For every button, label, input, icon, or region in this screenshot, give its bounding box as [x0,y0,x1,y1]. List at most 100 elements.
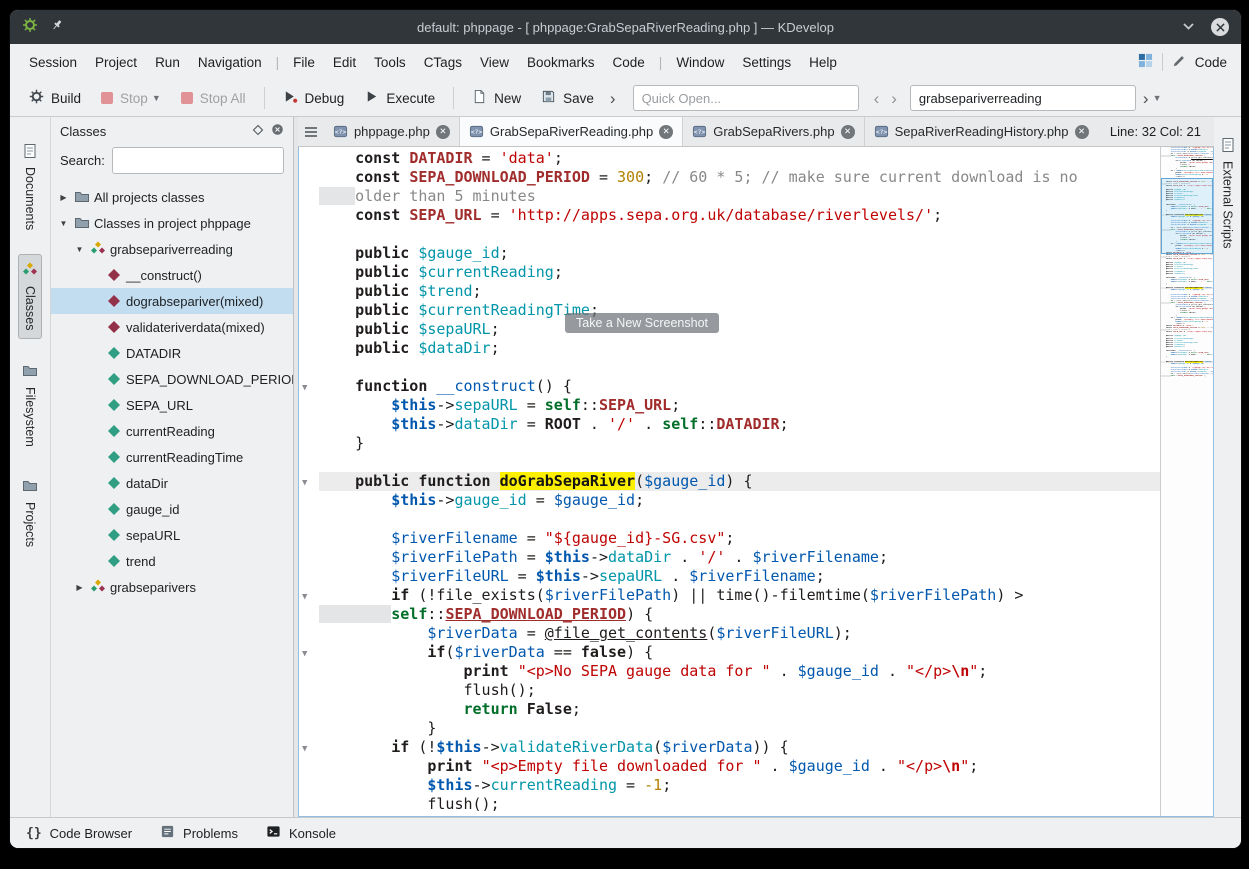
fold-marker-icon[interactable]: ▼ [299,738,319,757]
code-line[interactable]: const SEPA_DOWNLOAD_PERIOD = 300; // 60 … [299,168,1160,187]
next-match-icon[interactable]: › [886,90,902,107]
status-konsole[interactable]: Konsole [266,824,336,842]
menu-view[interactable]: View [471,51,518,74]
code-line[interactable]: $this->gauge_id = $gauge_id; [299,491,1160,510]
tree-item-datadir[interactable]: dataDir [51,470,293,496]
minimap-scrollbar[interactable]: $riverFilename = "${gauge_id}-SG.csv"; $… [1160,147,1213,816]
tree-item-currentreadingtime[interactable]: currentReadingTime [51,444,293,470]
class-search-input[interactable] [112,147,284,174]
code-line[interactable]: public $dataDir; [299,339,1160,358]
tree-item-currentreading[interactable]: currentReading [51,418,293,444]
code-line[interactable]: ▼ if (!$this->validateRiverData($riverDa… [299,738,1160,757]
toolview-tab-classes[interactable]: Classes [18,254,42,338]
detach-toolview-icon[interactable] [252,124,264,139]
code-line[interactable]: public $currentReadingTime; [299,301,1160,320]
toolbar-expand-icon[interactable]: › [605,90,621,107]
code-line[interactable]: ▼ if (!file_exists($riverFilePath) || ti… [299,586,1160,605]
toolview-tab-projects[interactable]: Projects [18,470,42,555]
editor-tab-grabseparivers-php[interactable]: <?>GrabSepaRivers.php✕ [683,117,864,146]
menu-window[interactable]: Window [667,51,733,74]
code-line[interactable]: $riverFilePath = $this->dataDir . '/' . … [299,548,1160,567]
tree-item-sepa-url[interactable]: SEPA_URL [51,392,293,418]
code-editor[interactable]: const DATADIR = 'data'; const SEPA_DOWNL… [298,147,1214,817]
code-line[interactable] [299,225,1160,244]
toolbar-search-input[interactable] [910,85,1136,111]
pin-icon[interactable] [50,18,64,37]
code-line[interactable]: } [299,719,1160,738]
fold-marker-icon[interactable]: ▼ [299,472,319,491]
editor-tab-phppage-php[interactable]: <?>phppage.php✕ [324,117,460,146]
close-window-button[interactable] [1211,18,1229,36]
menu-edit[interactable]: Edit [324,51,365,74]
titlebar[interactable]: default: phppage - [ phppage:GrabSepaRiv… [10,10,1241,44]
menu-run[interactable]: Run [146,51,189,74]
shade-chevron-icon[interactable] [1182,18,1195,36]
fold-marker-icon[interactable]: ▼ [299,377,319,396]
code-line[interactable]: return False; [299,700,1160,719]
code-line[interactable]: const SEPA_URL = 'http://apps.sepa.org.u… [299,206,1160,225]
code-line[interactable]: ▼ function __construct() { [299,377,1160,396]
code-line[interactable]: public $trend; [299,282,1160,301]
code-line[interactable]: older than 5 minutes [299,187,1160,206]
tree-item-grabsepariverreading[interactable]: ▼grabsepariverreading [51,236,293,262]
tree-item-trend[interactable]: trend [51,548,293,574]
editor-tab-separiverreadinghistory-php[interactable]: <?>SepaRiverReadingHistory.php✕ [865,117,1097,146]
code-line[interactable]: $this->currentReading = -1; [299,776,1160,795]
fold-marker-icon[interactable]: ▼ [299,586,319,605]
status-code-browser[interactable]: {} Code Browser [26,826,132,841]
tree-item-all-projects-classes[interactable]: ▶All projects classes [51,184,293,210]
code-line[interactable]: $riverData = @file_get_contents($riverFi… [299,624,1160,643]
code-line[interactable] [299,453,1160,472]
toolview-tab-external-scripts[interactable]: External Scripts [1216,129,1240,257]
tree-item-construct[interactable]: __construct() [51,262,293,288]
menu-code[interactable]: Code [604,51,654,74]
close-toolview-icon[interactable] [271,123,284,139]
expand-arrow-icon[interactable]: ▶ [57,193,70,202]
tree-item-sepa-download-period[interactable]: SEPA_DOWNLOAD_PERIOD [51,366,293,392]
menu-ctags[interactable]: CTags [415,51,471,74]
toolview-tab-filesystem[interactable]: Filesystem [18,355,42,455]
prev-match-icon[interactable]: ‹ [869,90,885,107]
menu-tools[interactable]: Tools [365,51,415,74]
menu-settings[interactable]: Settings [733,51,800,74]
quick-open-input[interactable] [633,85,859,111]
code-line[interactable]: $this->dataDir = ROOT . '/' . self::DATA… [299,415,1160,434]
menu-session[interactable]: Session [20,51,86,74]
tab-close-icon[interactable]: ✕ [841,125,855,139]
tree-item-sepaurl[interactable]: sepaURL [51,522,293,548]
tree-item-gauge-id[interactable]: gauge_id [51,496,293,522]
code-line[interactable]: $this->sepaURL = self::SEPA_URL; [299,396,1160,415]
code-line[interactable]: print "<p>No SEPA gauge data for " . $ga… [299,662,1160,681]
tree-item-datadir[interactable]: DATADIR [51,340,293,366]
code-view[interactable]: const DATADIR = 'data'; const SEPA_DOWNL… [299,147,1160,816]
save-button[interactable]: Save [532,85,603,111]
code-line[interactable]: self::SEPA_DOWNLOAD_PERIOD) { [1161,375,1213,377]
code-line[interactable]: flush(); [299,681,1160,700]
fold-marker-icon[interactable]: ▼ [299,643,319,662]
menu-bookmarks[interactable]: Bookmarks [518,51,604,74]
tab-close-icon[interactable]: ✕ [436,125,450,139]
area-grid-icon[interactable] [1138,53,1153,71]
stop-button[interactable]: Stop ▼ [92,87,170,110]
search-options-chevron-icon[interactable]: ▼ [1153,93,1162,103]
code-line[interactable]: print "<p>Empty file downloaded for " . … [299,757,1160,776]
search-next-icon[interactable]: › [1138,90,1154,107]
code-line[interactable]: $riverFilename = "${gauge_id}-SG.csv"; [299,529,1160,548]
editor-tab-grabsepariverreading-php[interactable]: <?>GrabSepaRiverReading.php✕ [460,117,683,146]
area-code-label[interactable]: Code [1195,55,1227,70]
menu-file[interactable]: File [284,51,324,74]
toolview-tab-documents[interactable]: Documents [18,135,42,238]
code-line[interactable]: ▼ public function doGrabSepaRiver($gauge… [299,472,1160,491]
execute-button[interactable]: Execute [355,85,444,111]
code-line[interactable]: public $gauge_id; [299,244,1160,263]
code-line[interactable]: self::SEPA_DOWNLOAD_PERIOD) { [299,605,1160,624]
document-list-icon[interactable] [298,117,324,146]
code-line[interactable] [299,358,1160,377]
collapse-arrow-icon[interactable]: ▼ [73,245,86,254]
tree-item-validateriverdata-mixed[interactable]: validateriverdata(mixed) [51,314,293,340]
tab-close-icon[interactable]: ✕ [1075,125,1089,139]
stop-all-button[interactable]: Stop All [172,87,255,110]
collapse-arrow-icon[interactable]: ▼ [57,219,70,228]
code-line[interactable]: $riverFileURL = $this->sepaURL . $riverF… [299,567,1160,586]
menu-navigation[interactable]: Navigation [189,51,271,74]
